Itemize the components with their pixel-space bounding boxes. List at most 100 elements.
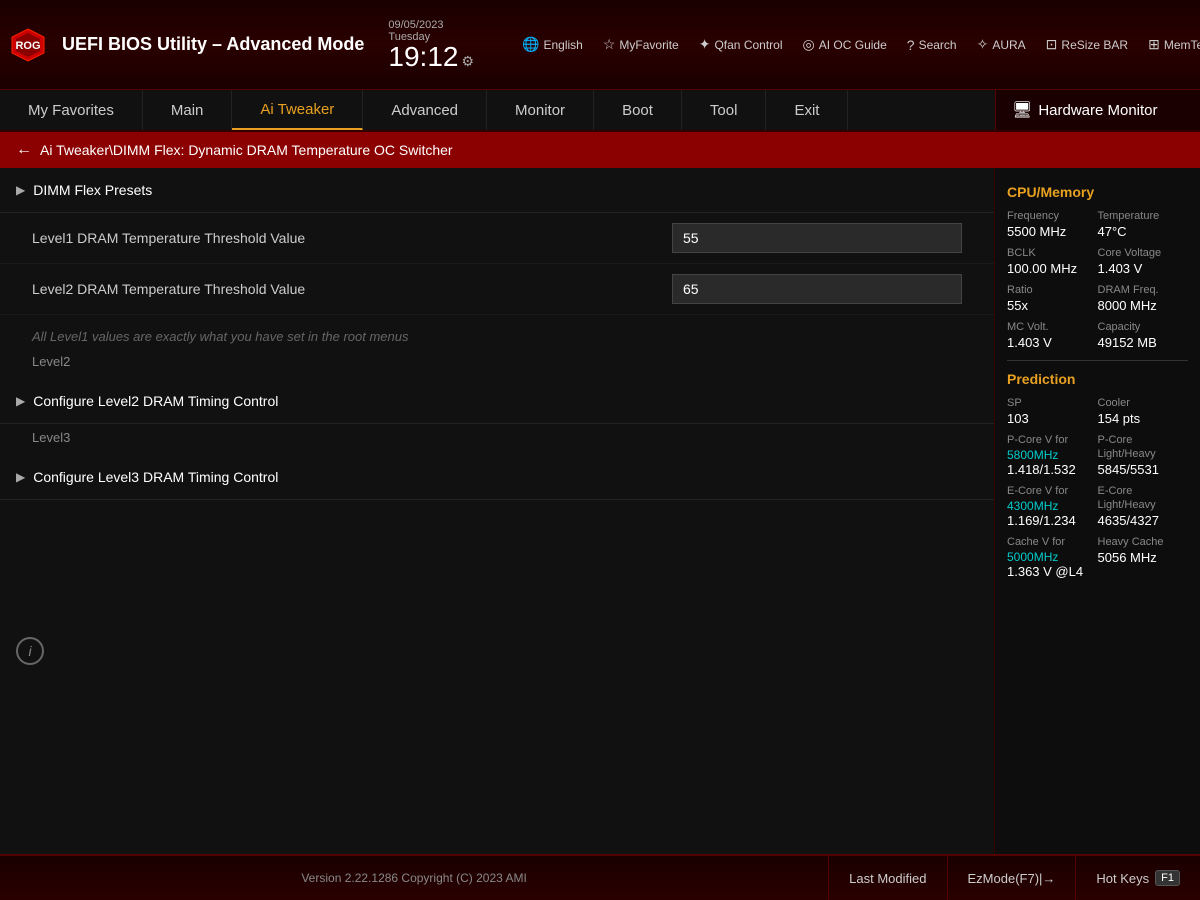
aura-icon: ✧	[977, 36, 989, 53]
hw-pcore-lh-label: P-Core	[1098, 434, 1189, 446]
datetime-block: 09/05/2023Tuesday 19:12⚙	[388, 19, 474, 71]
toolbar-english[interactable]: 🌐 English	[514, 32, 591, 57]
hw-capacity-cell: Capacity 49152 MB	[1098, 321, 1189, 350]
configure-level3-header[interactable]: ▶ Configure Level3 DRAM Timing Control	[0, 455, 994, 500]
hw-ecore-v-label: E-Core V for	[1007, 485, 1098, 497]
cpu-memory-title: CPU/Memory	[1007, 184, 1188, 200]
hw-heavy-cache-value: 5056 MHz	[1098, 550, 1189, 565]
hw-capacity-value: 49152 MB	[1098, 335, 1189, 350]
hw-sp-value: 103	[1007, 411, 1098, 426]
ezmode-button[interactable]: EzMode(F7)|→	[947, 856, 1076, 900]
svg-text:ROG: ROG	[15, 40, 40, 52]
hw-ecore-v-value: 1.169/1.234	[1007, 513, 1098, 528]
toolbar-aura[interactable]: ✧ AURA	[969, 32, 1034, 57]
toolbar-qfan[interactable]: ✦ Qfan Control	[691, 32, 791, 57]
level1-threshold-input[interactable]	[672, 223, 962, 253]
hotkeys-button[interactable]: Hot Keys F1	[1075, 856, 1200, 900]
hw-cooler-label: Cooler	[1098, 397, 1189, 409]
hw-heavy-cache-label: Heavy Cache	[1098, 536, 1189, 548]
toolbar-search[interactable]: ? Search	[899, 33, 965, 57]
hw-bclk-cell: BCLK 100.00 MHz	[1007, 247, 1098, 276]
hw-pcore-v-freq: 5800MHz	[1007, 448, 1098, 462]
hw-sp-cell: SP 103	[1007, 397, 1098, 426]
hw-dram-freq-label: DRAM Freq.	[1098, 284, 1189, 296]
nav-hw-monitor[interactable]: 🖥 Hardware Monitor	[995, 90, 1200, 130]
back-button[interactable]: ←	[16, 141, 32, 159]
hw-core-voltage-cell: Core Voltage 1.403 V	[1098, 247, 1189, 276]
dimm-flex-presets-header[interactable]: ▶ DIMM Flex Presets	[0, 168, 994, 213]
hw-pcore-row: P-Core V for 5800MHz 1.418/1.532 P-Core …	[1007, 434, 1188, 477]
info-button[interactable]: i	[16, 637, 44, 665]
hw-cache-v-cell: Cache V for 5000MHz 1.363 V @L4	[1007, 536, 1098, 579]
nav-bar: My Favorites Main Ai Tweaker Advanced Mo…	[0, 90, 1200, 132]
toolbar-aioc[interactable]: ◎ AI OC Guide	[795, 32, 895, 57]
hw-divider-1	[1007, 360, 1188, 361]
nav-main[interactable]: Main	[143, 90, 233, 130]
level1-threshold-label: Level1 DRAM Temperature Threshold Value	[32, 230, 672, 246]
info-text: All Level1 values are exactly what you h…	[0, 315, 994, 348]
hw-heavy-cache-cell: Heavy Cache 5056 MHz	[1098, 536, 1189, 579]
hw-pcore-lh-cell: P-Core Light/Heavy 5845/5531	[1098, 434, 1189, 477]
nav-tool[interactable]: Tool	[682, 90, 767, 130]
level2-threshold-input[interactable]	[672, 274, 962, 304]
nav-monitor[interactable]: Monitor	[487, 90, 594, 130]
chevron-right-icon-2: ▶	[16, 394, 25, 408]
toolbar-memtest[interactable]: ⊞ MemTest86	[1140, 32, 1200, 57]
nav-my-favorites[interactable]: My Favorites	[0, 90, 143, 130]
hw-ecore-lh-cell: E-Core Light/Heavy 4635/4327	[1098, 485, 1189, 528]
hw-bclk-label: BCLK	[1007, 247, 1098, 259]
nav-ai-tweaker[interactable]: Ai Tweaker	[232, 90, 363, 130]
memtest-icon: ⊞	[1148, 36, 1160, 53]
hw-monitor-panel: CPU/Memory Frequency 5500 MHz Temperatur…	[995, 168, 1200, 854]
hw-sp-cooler-row: SP 103 Cooler 154 pts	[1007, 397, 1188, 426]
hw-cache-v-value: 1.363 V @L4	[1007, 564, 1098, 579]
hw-pcore-lh-value: 5845/5531	[1098, 462, 1189, 477]
hw-ecore-lh-label: E-Core	[1098, 485, 1189, 497]
hw-freq-temp-row: Frequency 5500 MHz Temperature 47°C	[1007, 210, 1188, 239]
hw-pcore-v-cell: P-Core V for 5800MHz 1.418/1.532	[1007, 434, 1098, 477]
hw-cache-v-label: Cache V for	[1007, 536, 1098, 548]
hw-pcore-lh-sub: Light/Heavy	[1098, 448, 1189, 460]
hw-ratio-value: 55x	[1007, 298, 1098, 313]
footer-right: Last Modified EzMode(F7)|→ Hot Keys F1	[828, 856, 1200, 900]
hw-temperature-cell: Temperature 47°C	[1098, 210, 1189, 239]
content-panel: ▶ DIMM Flex Presets Level1 DRAM Temperat…	[0, 168, 995, 854]
rog-icon: ROG	[10, 27, 46, 63]
last-modified-button[interactable]: Last Modified	[828, 856, 946, 900]
hw-temperature-label: Temperature	[1098, 210, 1189, 222]
chevron-right-icon: ▶	[16, 183, 25, 197]
level2-label: Level2	[0, 348, 994, 379]
prediction-title: Prediction	[1007, 371, 1188, 387]
hw-ecore-v-cell: E-Core V for 4300MHz 1.169/1.234	[1007, 485, 1098, 528]
main-area: ▶ DIMM Flex Presets Level1 DRAM Temperat…	[0, 168, 1200, 854]
hw-mc-volt-value: 1.403 V	[1007, 335, 1098, 350]
toolbar-resizebar[interactable]: ⊡ ReSize BAR	[1038, 32, 1136, 57]
hw-cooler-value: 154 pts	[1098, 411, 1189, 426]
ai-icon: ◎	[803, 36, 815, 53]
hw-ecore-row: E-Core V for 4300MHz 1.169/1.234 E-Core …	[1007, 485, 1188, 528]
level1-threshold-row: Level1 DRAM Temperature Threshold Value	[0, 213, 994, 264]
configure-level2-header[interactable]: ▶ Configure Level2 DRAM Timing Control	[0, 379, 994, 424]
level2-threshold-row: Level2 DRAM Temperature Threshold Value	[0, 264, 994, 315]
hw-bclk-corevolt-row: BCLK 100.00 MHz Core Voltage 1.403 V	[1007, 247, 1188, 276]
time-display: 19:12⚙	[388, 43, 474, 71]
hw-frequency-value: 5500 MHz	[1007, 224, 1098, 239]
hw-ecore-v-freq: 4300MHz	[1007, 499, 1098, 513]
breadcrumb-text: Ai Tweaker\DIMM Flex: Dynamic DRAM Tempe…	[40, 142, 453, 158]
hw-cooler-cell: Cooler 154 pts	[1098, 397, 1189, 426]
hotkeys-key: F1	[1155, 870, 1180, 886]
nav-advanced[interactable]: Advanced	[363, 90, 487, 130]
hw-ratio-dramfreq-row: Ratio 55x DRAM Freq. 8000 MHz	[1007, 284, 1188, 313]
hw-temperature-value: 47°C	[1098, 224, 1189, 239]
nav-boot[interactable]: Boot	[594, 90, 682, 130]
hw-mc-volt-label: MC Volt.	[1007, 321, 1098, 333]
nav-exit[interactable]: Exit	[766, 90, 848, 130]
hw-bclk-value: 100.00 MHz	[1007, 261, 1098, 276]
hw-frequency-label: Frequency	[1007, 210, 1098, 222]
hw-dram-freq-value: 8000 MHz	[1098, 298, 1189, 313]
hw-ratio-cell: Ratio 55x	[1007, 284, 1098, 313]
level3-label: Level3	[0, 424, 994, 455]
toolbar-myfavorite[interactable]: ☆ MyFavorite	[595, 32, 687, 57]
search-icon: ?	[907, 37, 915, 53]
hw-frequency-cell: Frequency 5500 MHz	[1007, 210, 1098, 239]
